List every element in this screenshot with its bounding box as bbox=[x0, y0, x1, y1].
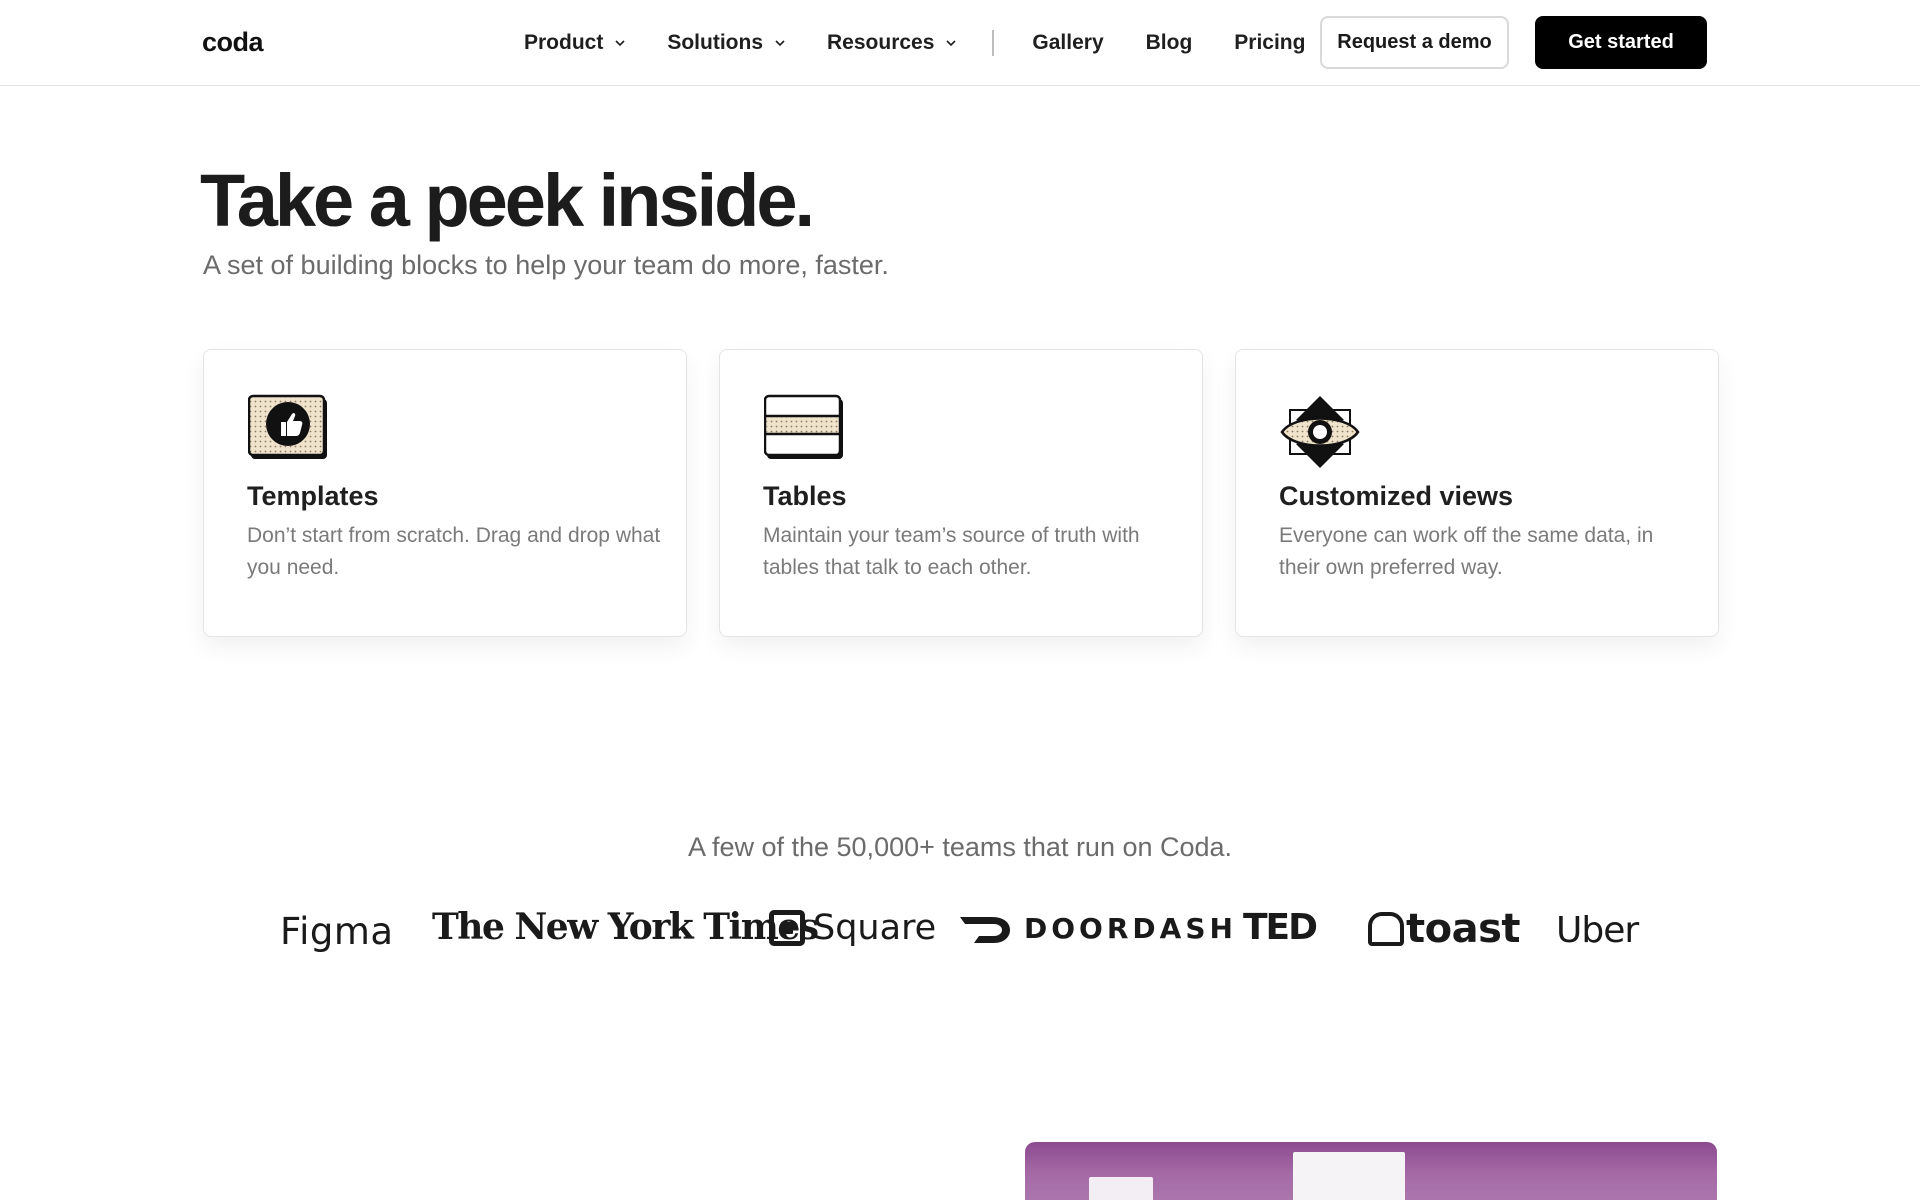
square-logo-text: Square bbox=[813, 908, 937, 948]
page-subtitle: A set of building blocks to help your te… bbox=[203, 250, 889, 280]
table-icon bbox=[764, 394, 843, 459]
toast-logo: toast bbox=[1368, 906, 1521, 952]
customer-logos: Figma The New York Times Square DOORDASH… bbox=[0, 906, 1920, 956]
card-title: Tables bbox=[763, 481, 847, 511]
nav-divider bbox=[992, 30, 995, 56]
feature-card-customized-views[interactable]: Customized views Everyone can work off t… bbox=[1235, 349, 1719, 637]
preview-window-large bbox=[1293, 1152, 1405, 1200]
doordash-dash-icon bbox=[960, 916, 1010, 943]
nav-product-label: Product bbox=[524, 31, 604, 54]
chevron-down-icon bbox=[615, 40, 625, 47]
nav-solutions-label: Solutions bbox=[667, 31, 764, 54]
get-started-button[interactable]: Get started bbox=[1535, 16, 1707, 69]
nav-pricing[interactable]: Pricing bbox=[1234, 31, 1305, 55]
doordash-logo-text: DOORDASH bbox=[1024, 912, 1237, 945]
nav-resources-label: Resources bbox=[827, 31, 935, 54]
nav-blog[interactable]: Blog bbox=[1146, 31, 1193, 55]
square-mark-icon bbox=[769, 910, 805, 946]
chevron-down-icon bbox=[775, 40, 785, 47]
product-preview-image bbox=[1025, 1142, 1717, 1200]
request-demo-button[interactable]: Request a demo bbox=[1320, 16, 1509, 69]
page-title: Take a peek inside. bbox=[200, 159, 815, 242]
card-description: Maintain your team’s source of truth wit… bbox=[763, 524, 1140, 579]
toast-logo-text: toast bbox=[1406, 906, 1521, 952]
uber-logo: Uber bbox=[1556, 910, 1639, 951]
nav-resources[interactable]: Resources bbox=[827, 31, 956, 55]
feature-card-tables[interactable]: Tables Maintain your team’s source of tr… bbox=[719, 349, 1203, 637]
square-logo: Square bbox=[769, 908, 936, 948]
card-description: Everyone can work off the same data, in … bbox=[1279, 524, 1654, 579]
eye-icon bbox=[1280, 396, 1360, 468]
ted-logo: TED bbox=[1243, 907, 1318, 948]
card-title: Customized views bbox=[1279, 481, 1514, 511]
thumbs-up-icon bbox=[248, 394, 327, 459]
card-description: Don’t start from scratch. Drag and drop … bbox=[247, 524, 661, 579]
figma-logo: Figma bbox=[280, 910, 394, 953]
nyt-logo: The New York Times bbox=[432, 906, 819, 948]
preview-window-small bbox=[1089, 1177, 1153, 1200]
card-title: Templates bbox=[247, 481, 379, 511]
site-header: coda Product Solutions Resources Gallery… bbox=[0, 0, 1920, 86]
doordash-logo: DOORDASH bbox=[960, 912, 1237, 945]
nav-gallery[interactable]: Gallery bbox=[1032, 31, 1103, 55]
feature-card-templates[interactable]: Templates Don’t start from scratch. Drag… bbox=[203, 349, 687, 637]
teams-caption: A few of the 50,000+ teams that run on C… bbox=[687, 832, 1233, 862]
toast-bread-icon bbox=[1368, 912, 1404, 946]
nav-product[interactable]: Product bbox=[524, 31, 625, 55]
main-nav: Product Solutions Resources Gallery Blog… bbox=[524, 0, 1347, 86]
coda-logo[interactable]: coda bbox=[202, 27, 264, 58]
chevron-down-icon bbox=[946, 40, 956, 47]
nav-solutions[interactable]: Solutions bbox=[667, 31, 785, 55]
